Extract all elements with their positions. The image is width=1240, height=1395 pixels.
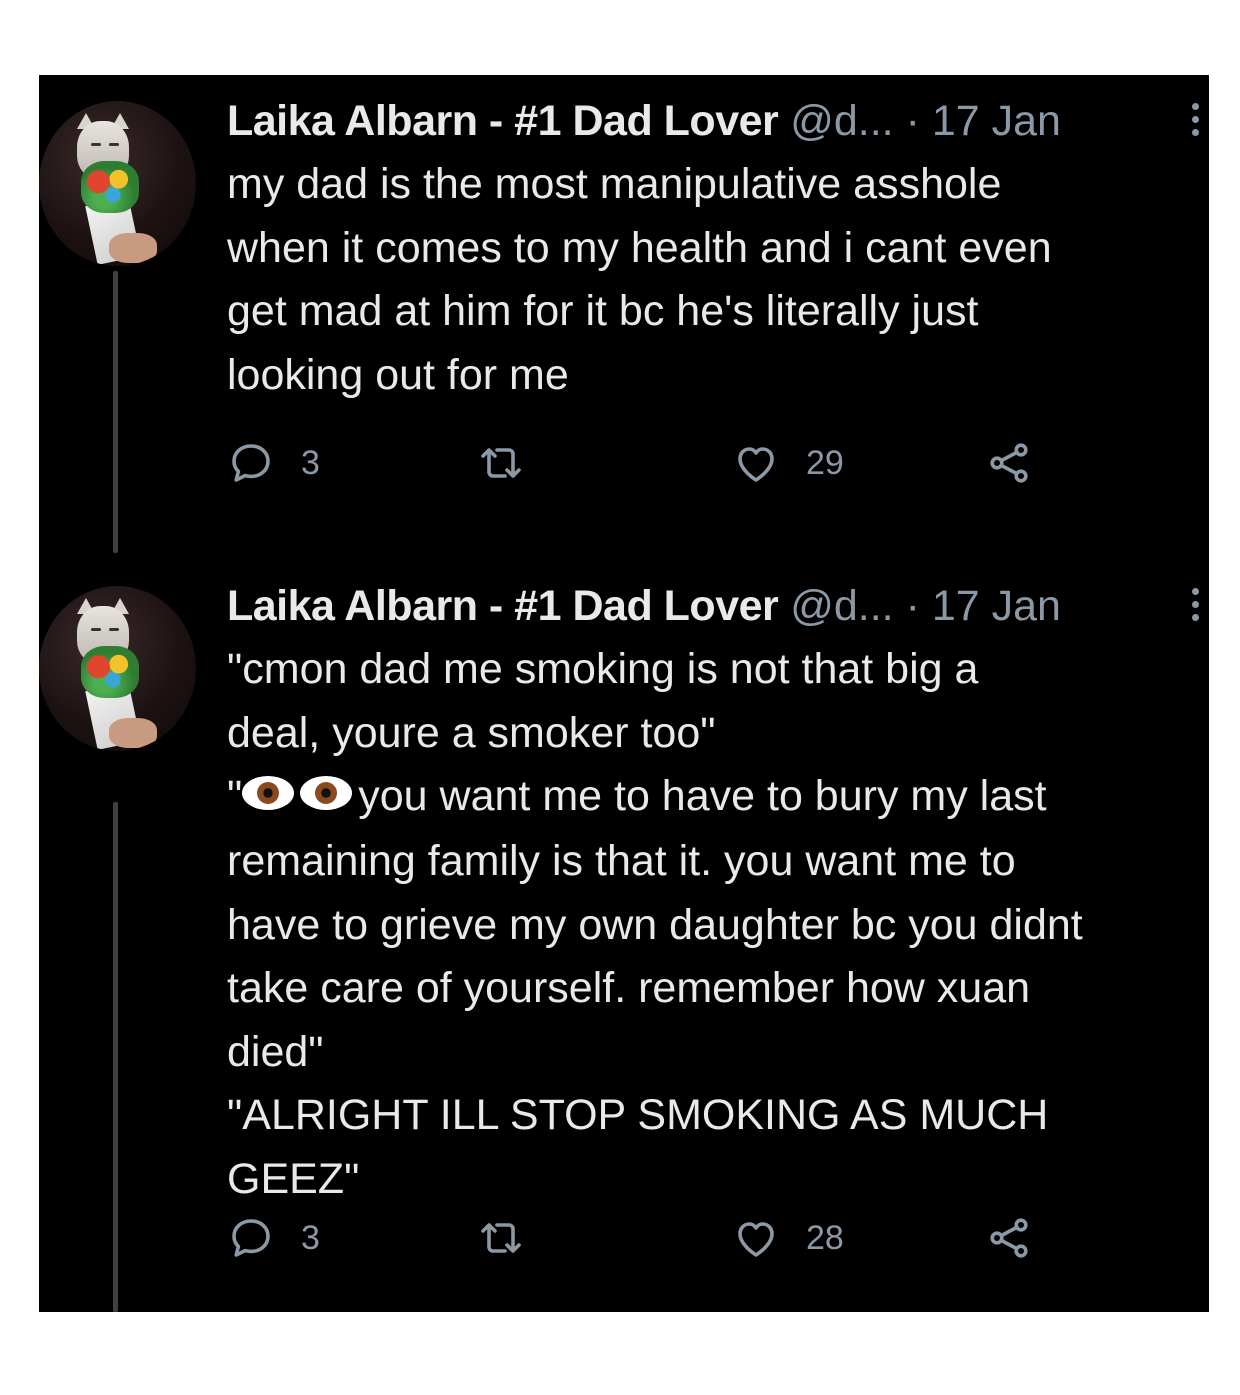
- author-handle[interactable]: @d...: [790, 582, 893, 630]
- eye-emoji-icon: [242, 775, 295, 810]
- reply-count: 3: [301, 443, 320, 482]
- tweet-actions: 3 29: [227, 438, 1127, 488]
- separator-dot: ·: [905, 97, 920, 145]
- like-button[interactable]: 29: [732, 438, 844, 488]
- more-vertical-icon[interactable]: [1189, 103, 1201, 143]
- avatar[interactable]: [39, 586, 196, 751]
- share-icon: [990, 1218, 1028, 1258]
- retweet-icon: [481, 1223, 521, 1253]
- author-handle[interactable]: @d...: [790, 97, 893, 145]
- thread-connector-line: [113, 802, 118, 1312]
- tweet-header: Laika Albarn - #1 Dad Lover @d... · 17 J…: [227, 578, 1207, 634]
- eyes-emoji: [242, 767, 358, 831]
- eye-emoji-icon: [300, 775, 353, 810]
- like-count: 28: [806, 1218, 844, 1257]
- reply-bubble-icon: [232, 1219, 270, 1257]
- retweet-icon: [481, 448, 521, 478]
- heart-icon: [738, 447, 774, 482]
- thread-connector-line: [113, 271, 118, 553]
- share-button[interactable]: [985, 1213, 1033, 1263]
- share-icon: [990, 443, 1028, 483]
- tweet-header: Laika Albarn - #1 Dad Lover @d... · 17 J…: [227, 93, 1207, 149]
- author-name[interactable]: Laika Albarn - #1 Dad Lover: [227, 97, 779, 145]
- reply-count: 3: [301, 1218, 320, 1257]
- like-button[interactable]: 28: [732, 1213, 844, 1263]
- tweet-thread-panel: Laika Albarn - #1 Dad Lover @d... · 17 J…: [39, 75, 1209, 1312]
- reply-bubble-icon: [232, 444, 270, 482]
- tweet-text: "cmon dad me smoking is not that big a d…: [227, 638, 1202, 1211]
- retweet-button[interactable]: [477, 1213, 525, 1263]
- like-count: 29: [806, 443, 844, 482]
- tweet-date[interactable]: 17 Jan: [932, 97, 1061, 145]
- tweet-text: my dad is the most manipulative asshole …: [227, 160, 1052, 399]
- tweet-date[interactable]: 17 Jan: [932, 582, 1061, 630]
- separator-dot: ·: [905, 582, 920, 630]
- tweet-text-part-2: you want me to have to bury my last rema…: [227, 772, 1083, 1203]
- reply-button[interactable]: 3: [227, 1213, 320, 1263]
- author-name[interactable]: Laika Albarn - #1 Dad Lover: [227, 582, 779, 630]
- heart-icon: [738, 1222, 774, 1257]
- tweet-2[interactable]: Laika Albarn - #1 Dad Lover @d... · 17 J…: [39, 560, 1209, 1312]
- reply-button[interactable]: 3: [227, 438, 320, 488]
- avatar[interactable]: [39, 101, 196, 266]
- tweet-1[interactable]: Laika Albarn - #1 Dad Lover @d... · 17 J…: [39, 75, 1209, 560]
- more-vertical-icon[interactable]: [1189, 588, 1201, 628]
- share-button[interactable]: [985, 438, 1033, 488]
- tweet-actions: 3 28: [227, 1213, 1127, 1263]
- retweet-button[interactable]: [477, 438, 525, 488]
